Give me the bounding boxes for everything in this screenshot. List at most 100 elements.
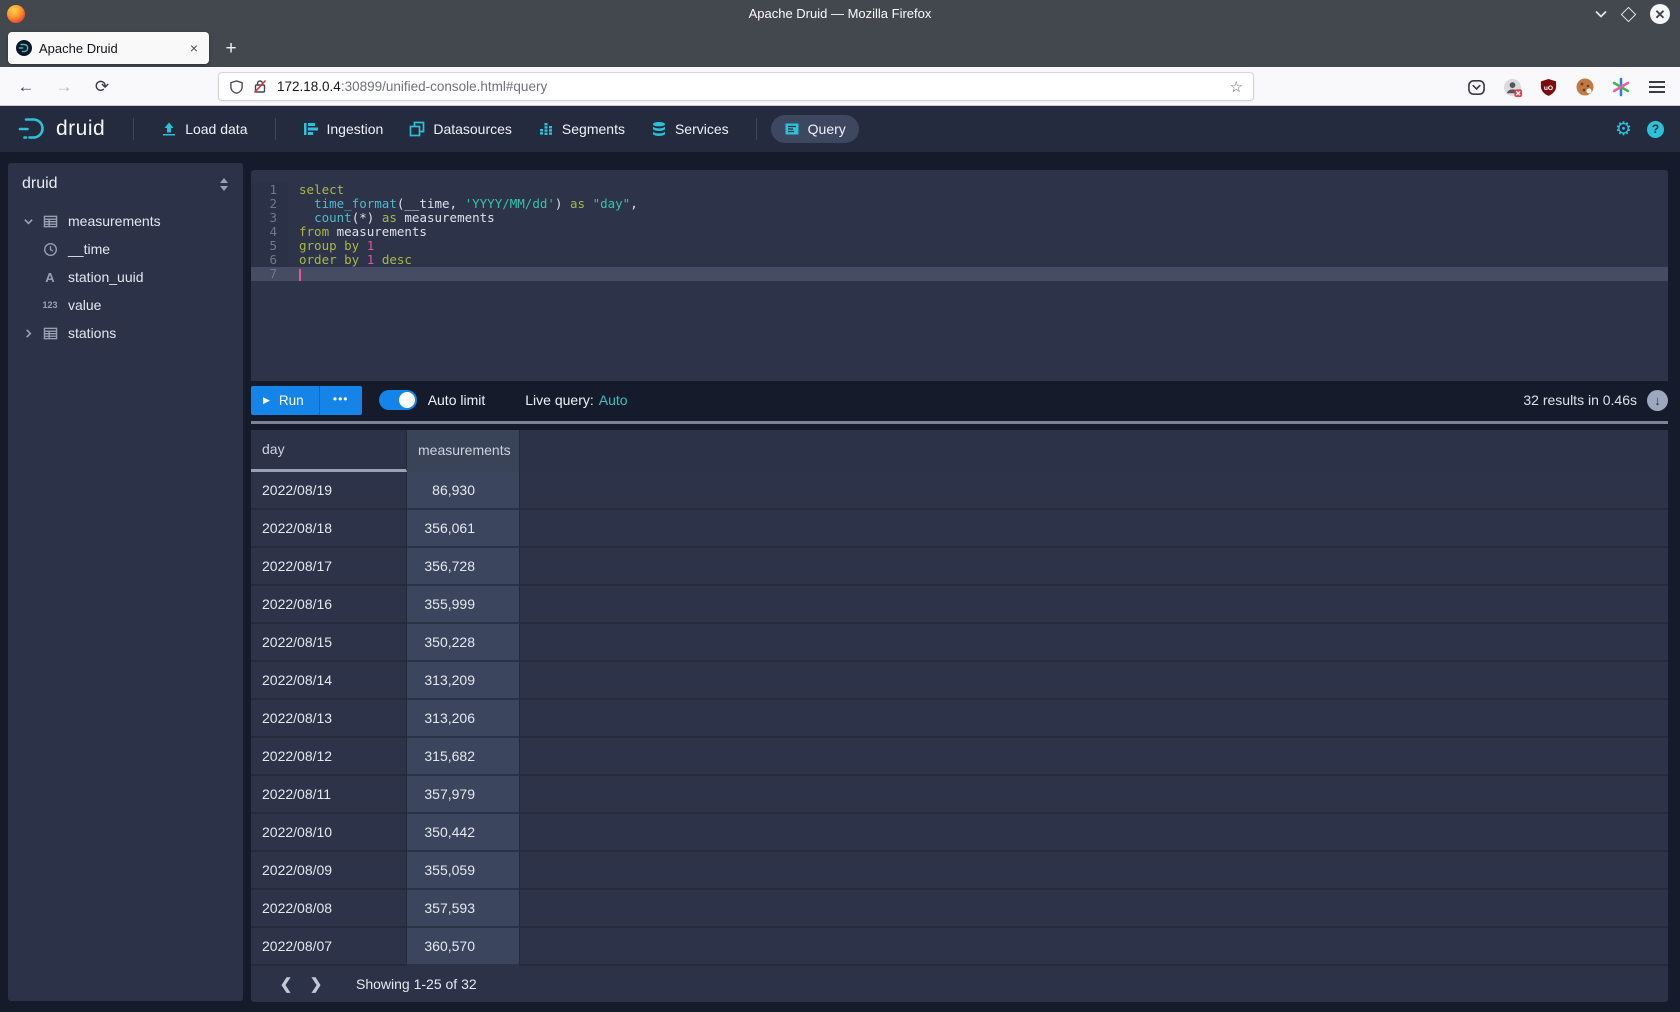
cell-measurements[interactable]: 86,930 (407, 472, 520, 510)
table-row[interactable]: 2022/08/15350,228 (251, 624, 1668, 662)
chevron-down-icon[interactable] (18, 216, 38, 227)
next-page-icon[interactable]: ❯ (301, 975, 331, 993)
editor-line-7[interactable]: 7 (251, 267, 1668, 281)
cell-measurements[interactable]: 313,209 (407, 662, 520, 700)
tree-item--time[interactable]: __time (8, 235, 243, 263)
reload-button[interactable]: ⟳ (88, 73, 116, 101)
nav-load-data[interactable]: Load data (148, 115, 260, 143)
editor-line-3[interactable]: 3 count(*) as measurements (251, 211, 1668, 225)
cell-day[interactable]: 2022/08/12 (251, 738, 407, 776)
editor-line-4[interactable]: 4from measurements (251, 225, 1668, 239)
ublock-icon[interactable]: uO (1538, 77, 1559, 98)
prev-page-icon[interactable]: ❮ (271, 975, 301, 993)
table-row[interactable]: 2022/08/09355,059 (251, 852, 1668, 890)
minimize-icon[interactable] (1595, 10, 1607, 18)
cell-day[interactable]: 2022/08/08 (251, 890, 407, 928)
cell-day[interactable]: 2022/08/13 (251, 700, 407, 738)
auto-limit-toggle[interactable] (379, 390, 417, 410)
run-more-button[interactable]: ••• (319, 386, 362, 415)
cell-measurements[interactable]: 356,061 (407, 510, 520, 548)
druid-logo[interactable]: druid (16, 116, 105, 142)
chevron-right-icon[interactable] (18, 328, 38, 339)
cell-measurements[interactable]: 357,979 (407, 776, 520, 814)
table-row[interactable]: 2022/08/11357,979 (251, 776, 1668, 814)
table-body: 2022/08/1986,9302022/08/18356,0612022/08… (251, 472, 1668, 966)
tree-item-value[interactable]: 123value (8, 291, 243, 319)
cell-day[interactable]: 2022/08/15 (251, 624, 407, 662)
editor-line-1[interactable]: 1select (251, 183, 1668, 197)
cell-measurements[interactable]: 357,593 (407, 890, 520, 928)
cell-measurements[interactable]: 313,206 (407, 700, 520, 738)
pocket-icon[interactable] (1466, 77, 1487, 98)
cell-measurements[interactable]: 356,728 (407, 548, 520, 586)
cell-day[interactable]: 2022/08/19 (251, 472, 407, 510)
nav-query[interactable]: Query (771, 115, 859, 143)
table-row[interactable]: 2022/08/07360,570 (251, 928, 1668, 966)
cell-measurements[interactable]: 350,228 (407, 624, 520, 662)
cell-measurements[interactable]: 355,999 (407, 586, 520, 624)
table-row[interactable]: 2022/08/17356,728 (251, 548, 1668, 586)
cell-measurements[interactable]: 360,570 (407, 928, 520, 966)
menu-icon[interactable] (1646, 77, 1667, 98)
sort-icon[interactable] (219, 178, 229, 191)
bookmark-star-icon[interactable]: ☆ (1230, 78, 1243, 96)
nav-ingestion[interactable]: Ingestion (290, 115, 397, 143)
tab-close-icon[interactable]: × (187, 40, 201, 56)
table-row[interactable]: 2022/08/18356,061 (251, 510, 1668, 548)
url-bar[interactable]: 172.18.0.4:30899/unified-console.html#qu… (218, 72, 1254, 101)
editor-line-5[interactable]: 5group by 1 (251, 239, 1668, 253)
nav-services[interactable]: Services (638, 115, 742, 143)
column-header-measurements[interactable]: measurements (407, 430, 520, 472)
druid-favicon (16, 40, 32, 56)
url-text[interactable]: 172.18.0.4:30899/unified-console.html#qu… (277, 79, 1230, 94)
cell-day[interactable]: 2022/08/11 (251, 776, 407, 814)
datasources-icon (409, 121, 425, 137)
maximize-icon[interactable] (1623, 9, 1634, 20)
cell-measurements[interactable]: 350,442 (407, 814, 520, 852)
cell-day[interactable]: 2022/08/10 (251, 814, 407, 852)
tree-item-stations[interactable]: stations (8, 319, 243, 347)
table-row[interactable]: 2022/08/14313,209 (251, 662, 1668, 700)
cell-measurements[interactable]: 315,682 (407, 738, 520, 776)
table-row[interactable]: 2022/08/12315,682 (251, 738, 1668, 776)
cookie-icon[interactable] (1574, 77, 1595, 98)
shield-icon[interactable] (229, 79, 244, 95)
download-icon[interactable]: ↓ (1647, 390, 1668, 411)
cell-day[interactable]: 2022/08/09 (251, 852, 407, 890)
account-icon[interactable] (1502, 77, 1523, 98)
services-icon (651, 121, 667, 137)
cell-day[interactable]: 2022/08/18 (251, 510, 407, 548)
new-tab-button[interactable]: + (218, 36, 244, 62)
navbar-separator (275, 118, 276, 140)
druid-navbar: druid Load data IngestionDatasourcesSegme… (0, 106, 1680, 152)
tab-apache-druid[interactable]: Apache Druid × (8, 32, 209, 64)
gear-icon[interactable]: ⚙ (1615, 120, 1632, 139)
run-button[interactable]: ▶ Run (251, 386, 319, 415)
table-row[interactable]: 2022/08/13313,206 (251, 700, 1668, 738)
nav-segments[interactable]: Segments (525, 115, 638, 143)
table-row[interactable]: 2022/08/16355,999 (251, 586, 1668, 624)
live-query-label[interactable]: Live query:Auto (525, 392, 627, 408)
tree-item-measurements[interactable]: measurements (8, 207, 243, 235)
asterisk-icon[interactable] (1610, 77, 1631, 98)
editor-line-6[interactable]: 6order by 1 desc (251, 253, 1668, 267)
cell-day[interactable]: 2022/08/07 (251, 928, 407, 966)
tree-item-station-uuid[interactable]: Astation_uuid (8, 263, 243, 291)
help-icon[interactable]: ? (1647, 121, 1664, 138)
insecure-lock-icon[interactable] (253, 79, 267, 94)
nav-datasources[interactable]: Datasources (396, 115, 525, 143)
cell-measurements[interactable]: 355,059 (407, 852, 520, 890)
cell-day[interactable]: 2022/08/16 (251, 586, 407, 624)
editor-line-2[interactable]: 2 time_format(__time, 'YYYY/MM/dd') as "… (251, 197, 1668, 211)
close-icon[interactable]: ✕ (1650, 4, 1670, 24)
pane-resize-handle[interactable] (251, 421, 1668, 424)
table-row[interactable]: 2022/08/1986,930 (251, 472, 1668, 510)
cell-day[interactable]: 2022/08/14 (251, 662, 407, 700)
back-button[interactable]: ← (12, 73, 40, 101)
sql-editor[interactable]: 1select2 time_format(__time, 'YYYY/MM/dd… (251, 170, 1668, 381)
table-row[interactable]: 2022/08/10350,442 (251, 814, 1668, 852)
forward-button[interactable]: → (50, 73, 78, 101)
cell-day[interactable]: 2022/08/17 (251, 548, 407, 586)
column-header-day[interactable]: day (251, 430, 407, 472)
table-row[interactable]: 2022/08/08357,593 (251, 890, 1668, 928)
